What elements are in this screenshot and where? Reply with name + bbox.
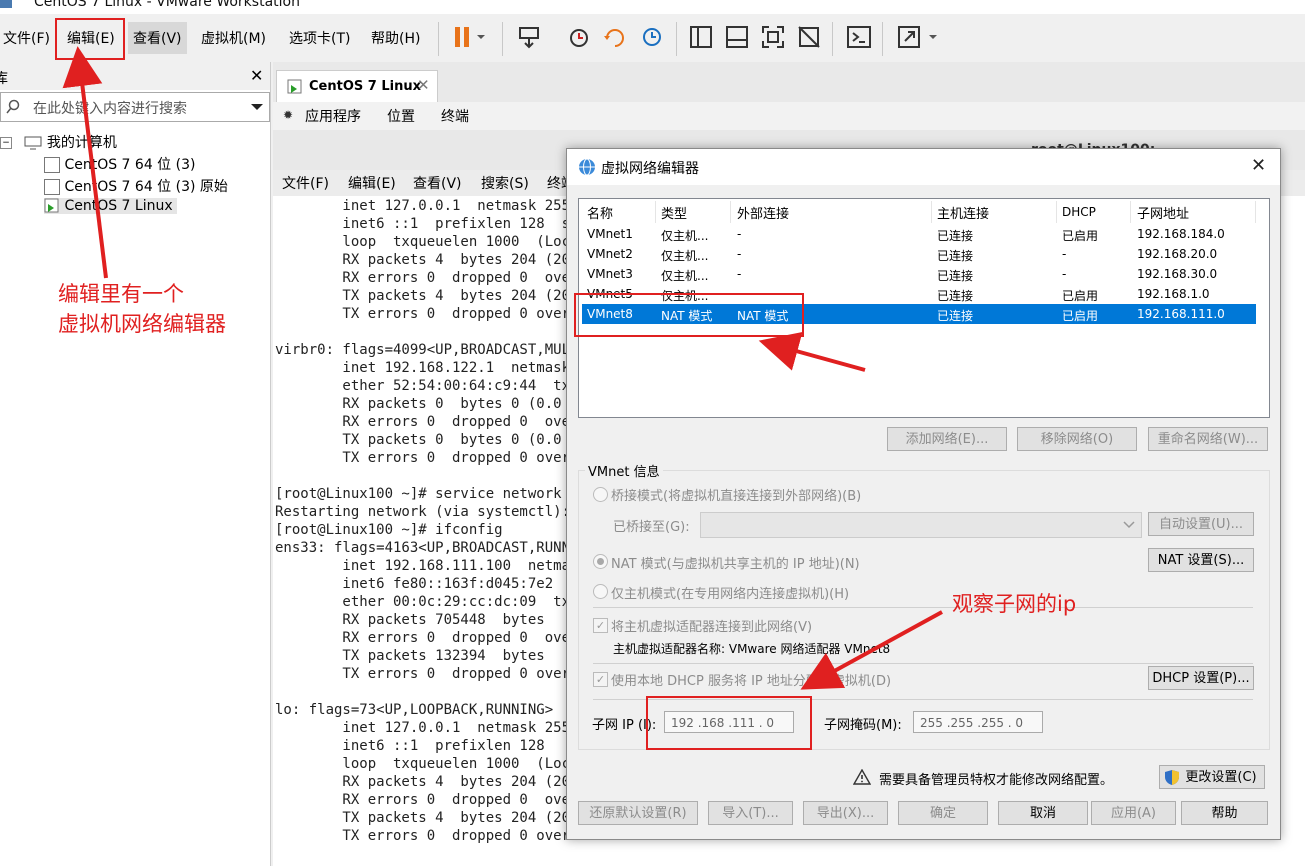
arrow-to-subnet-ip [800,610,943,690]
annotation-edit-note-1: 编辑里有一个 [58,282,184,306]
annotation-subnet-note: 观察子网的ip [952,592,1077,616]
arrow-to-vmnet8 [758,332,866,372]
annotation-edit-note-2: 虚拟机网络编辑器 [58,312,226,336]
arrow-to-edit-menu [62,46,108,279]
annotation-arrows [62,46,943,690]
